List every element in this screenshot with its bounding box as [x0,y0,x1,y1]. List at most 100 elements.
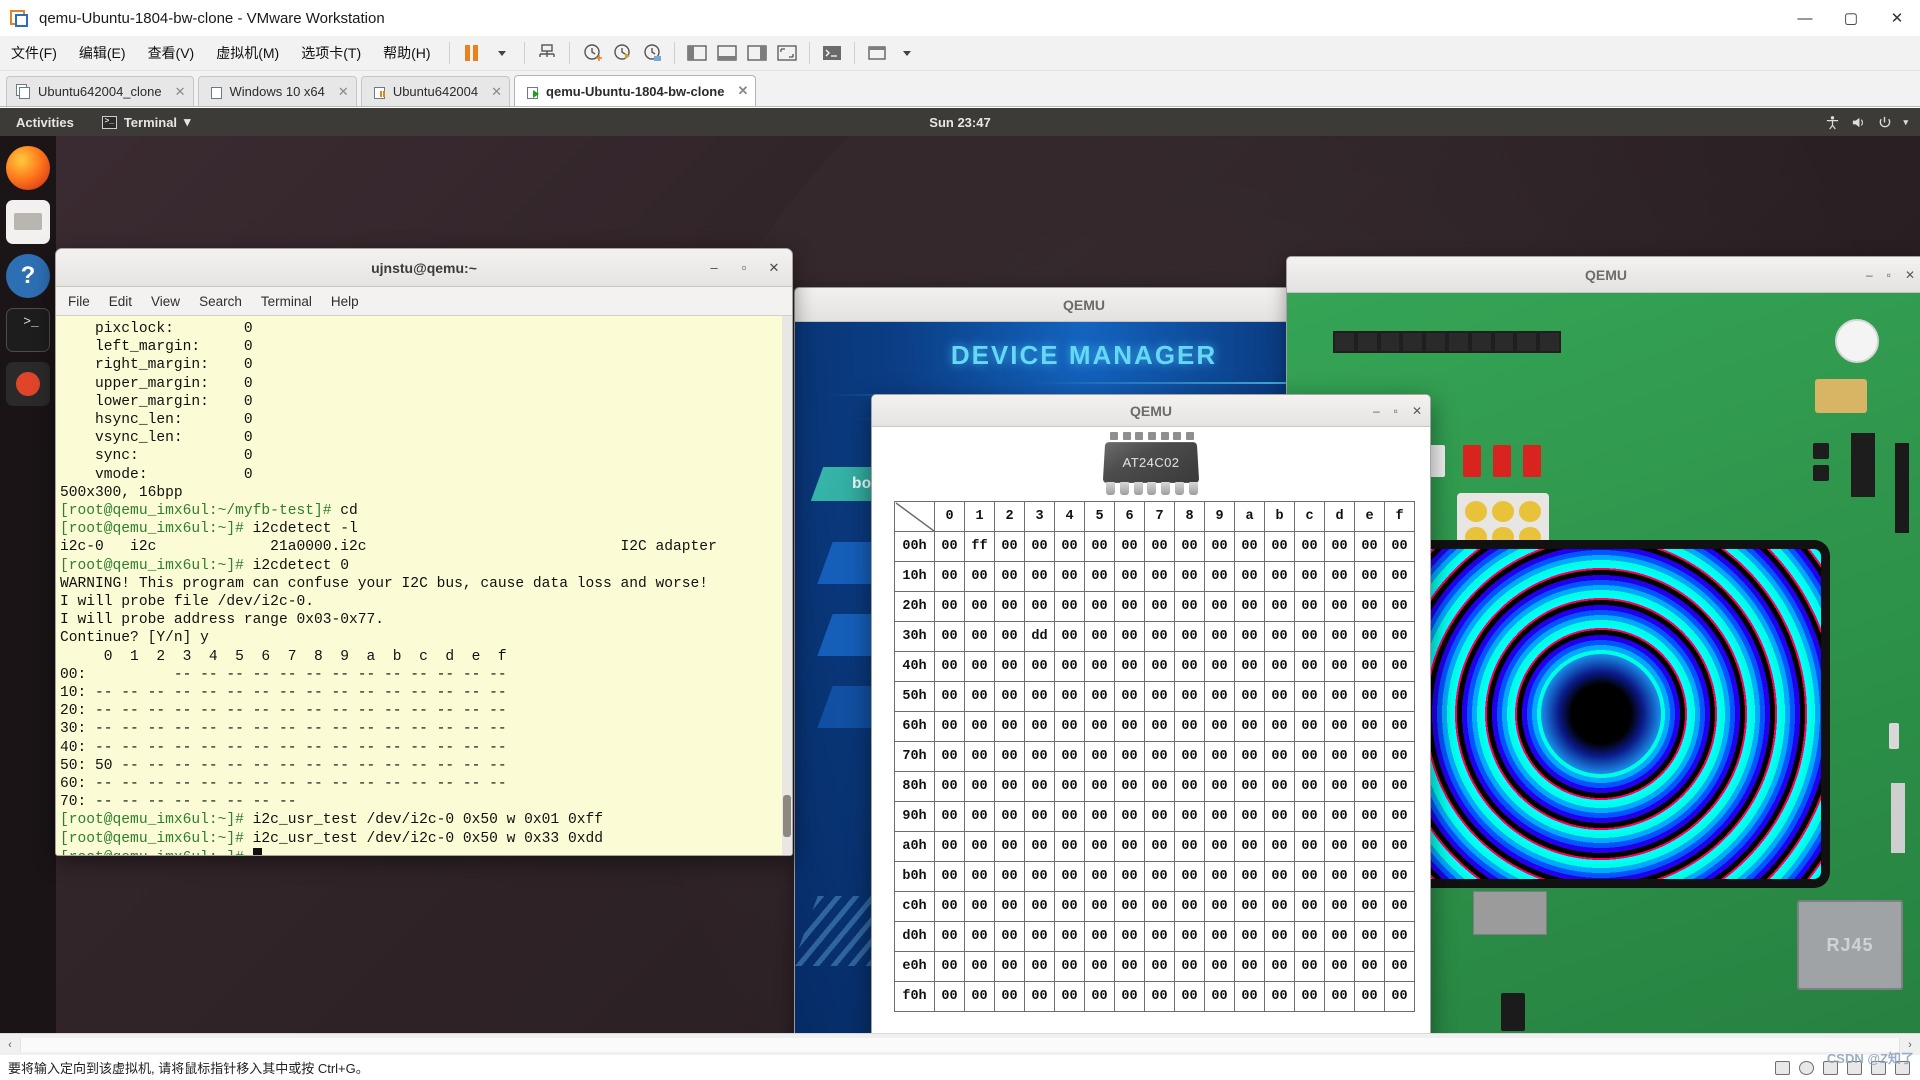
hex-cell[interactable]: 00 [1174,801,1205,832]
hex-cell[interactable]: 00 [994,621,1025,652]
hex-cell[interactable]: 00 [1204,921,1235,952]
hex-cell[interactable]: 00 [1354,771,1385,802]
hex-cell[interactable]: 00 [1054,531,1085,562]
hex-cell[interactable]: 00 [1024,771,1055,802]
system-tray[interactable]: ▾ [1825,115,1908,130]
hex-cell[interactable]: 00 [964,981,995,1012]
hex-cell[interactable]: 00 [1354,591,1385,622]
tab-close-icon[interactable]: ✕ [491,84,502,100]
tab-close-icon[interactable]: ✕ [737,83,748,99]
tab-windows-10-x64[interactable]: Windows 10 x64 ✕ [197,76,357,106]
hex-cell[interactable]: 00 [934,621,965,652]
hex-cell[interactable]: 00 [1234,981,1265,1012]
hex-cell[interactable]: 00 [1354,801,1385,832]
hex-cell[interactable]: 00 [1354,531,1385,562]
app-menu[interactable]: >_ Terminal ▾ [101,114,191,130]
hex-cell[interactable]: 00 [964,831,995,862]
hex-cell[interactable]: 00 [934,831,965,862]
hex-cell[interactable]: 00 [1234,681,1265,712]
hex-cell[interactable]: 00 [1234,891,1265,922]
hex-cell[interactable]: 00 [1084,621,1115,652]
hex-cell[interactable]: 00 [1384,561,1415,592]
hex-cell[interactable]: 00 [1294,621,1325,652]
tab-close-icon[interactable]: ✕ [338,84,349,100]
hex-cell[interactable]: 00 [934,651,965,682]
hex-cell[interactable]: 00 [1324,561,1355,592]
hex-cell[interactable]: 00 [1174,741,1205,772]
hex-cell[interactable]: 00 [1024,741,1055,772]
dock-item-firefox[interactable] [6,146,50,190]
hex-cell[interactable]: 00 [1174,771,1205,802]
minimize-button[interactable]: – [1373,404,1380,418]
hex-cell[interactable]: 00 [1114,771,1145,802]
hex-cell[interactable]: 00 [1174,861,1205,892]
hex-cell[interactable]: 00 [964,711,995,742]
dock-item-amazon[interactable] [6,362,50,406]
hex-cell[interactable]: 00 [1324,531,1355,562]
hex-cell[interactable]: 00 [1384,621,1415,652]
hex-cell[interactable]: 00 [1114,861,1145,892]
hex-cell[interactable]: 00 [994,711,1025,742]
guest-screen[interactable]: Activities >_ Terminal ▾ Sun 23:47 ▾ ? >… [0,108,1920,1033]
hex-cell[interactable]: 00 [1294,681,1325,712]
hex-cell[interactable]: 00 [1204,681,1235,712]
hex-cell[interactable]: 00 [1264,711,1295,742]
hex-cell[interactable]: 00 [1234,861,1265,892]
hex-cell[interactable]: 00 [1204,741,1235,772]
hex-cell[interactable]: 00 [1054,621,1085,652]
hex-cell[interactable]: 00 [994,531,1025,562]
pause-icon[interactable] [457,40,487,66]
hex-cell[interactable]: 00 [964,591,995,622]
hex-cell[interactable]: 00 [1384,801,1415,832]
hex-cell[interactable]: 00 [1204,951,1235,982]
hex-cell[interactable]: 00 [1024,981,1055,1012]
hex-cell[interactable]: 00 [1174,561,1205,592]
hex-cell[interactable]: 00 [1084,861,1115,892]
hex-cell[interactable]: 00 [1144,951,1175,982]
hex-cell[interactable]: 00 [1234,591,1265,622]
hex-cell[interactable]: 00 [1234,801,1265,832]
hex-cell[interactable]: 00 [1084,801,1115,832]
tab-ubuntu642004[interactable]: Ubuntu642004 ✕ [360,76,511,106]
hex-cell[interactable]: 00 [934,561,965,592]
hex-cell[interactable]: 00 [1264,891,1295,922]
hex-cell[interactable]: 00 [1174,681,1205,712]
terminal-menu-search[interactable]: Search [199,294,242,309]
hex-cell[interactable]: 00 [1384,711,1415,742]
hex-cell[interactable]: 00 [1054,951,1085,982]
hex-cell[interactable]: 00 [1294,591,1325,622]
hex-cell[interactable]: 00 [1054,591,1085,622]
hex-cell[interactable]: 00 [994,651,1025,682]
hex-cell[interactable]: 00 [934,921,965,952]
hex-cell[interactable]: 00 [1354,681,1385,712]
hex-cell[interactable]: 00 [1054,891,1085,922]
reset-button[interactable] [1835,319,1879,363]
hex-cell[interactable]: 00 [1324,891,1355,922]
hex-cell[interactable]: 00 [1294,771,1325,802]
hex-cell[interactable]: 00 [1324,801,1355,832]
show-left-pane-icon[interactable] [682,40,712,66]
hex-cell[interactable]: 00 [1174,531,1205,562]
hex-cell[interactable]: 00 [1264,651,1295,682]
hex-cell[interactable]: 00 [1234,951,1265,982]
console-icon[interactable] [817,40,847,66]
hex-cell[interactable]: 00 [934,891,965,922]
hex-cell[interactable]: 00 [1054,981,1085,1012]
hex-cell[interactable]: 00 [1084,561,1115,592]
dock-item-terminal[interactable]: >_ [6,308,50,352]
hex-cell[interactable]: 00 [1024,861,1055,892]
send-ctrl-alt-del-icon[interactable] [532,40,562,66]
hex-cell[interactable]: 00 [964,561,995,592]
hex-cell[interactable]: 00 [934,711,965,742]
hex-cell[interactable]: 00 [1174,951,1205,982]
hex-cell[interactable]: 00 [1264,801,1295,832]
revert-snapshot-icon[interactable] [607,40,637,66]
hex-cell[interactable]: 00 [1324,681,1355,712]
hex-cell[interactable]: 00 [1204,561,1235,592]
guest-horizontal-scrollbar[interactable]: ‹ › [0,1033,1920,1055]
terminal-window[interactable]: ujnstu@qemu:~ – ▫ ✕ File Edit View Searc… [55,248,793,856]
dock-item-help[interactable]: ? [6,254,50,298]
hex-cell[interactable]: 00 [1024,801,1055,832]
hex-cell[interactable]: 00 [1054,831,1085,862]
dip-switch-block[interactable] [1457,493,1549,555]
